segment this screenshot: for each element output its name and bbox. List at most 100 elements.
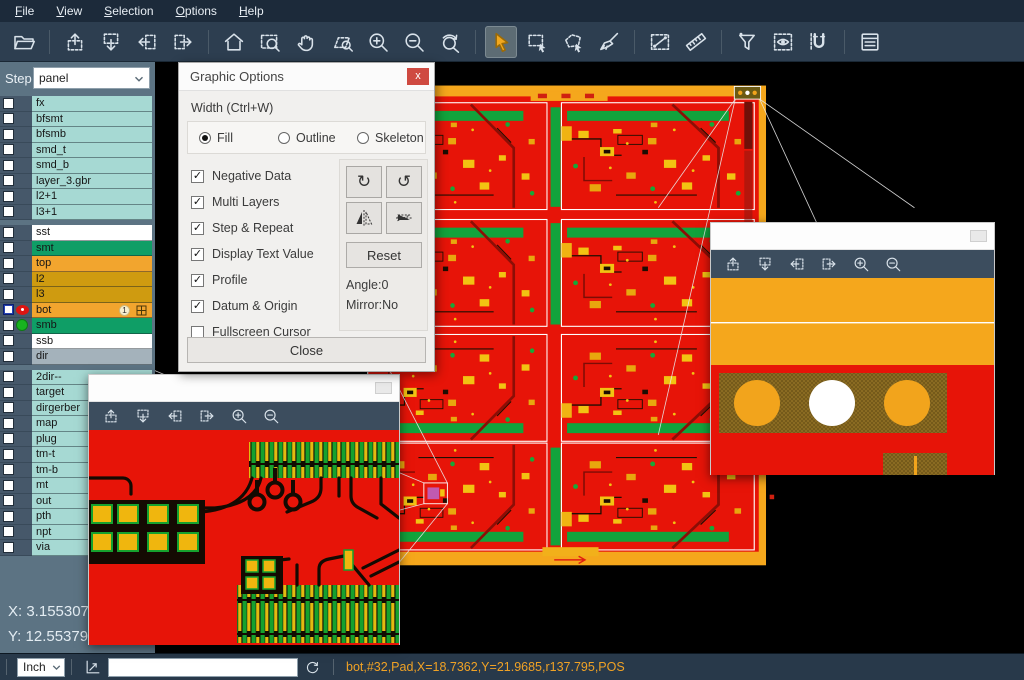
- layer-visibility-checkbox[interactable]: [3, 144, 14, 155]
- mirror-horizontal-button[interactable]: [386, 202, 422, 234]
- reset-button[interactable]: Reset: [346, 242, 422, 268]
- checkbox-multi-layers[interactable]: ✓Multi Layers: [191, 189, 314, 215]
- popup-tool-pan-view-right[interactable]: [816, 252, 842, 276]
- mirror-vertical-button[interactable]: [346, 202, 382, 234]
- layer-row-smd_b[interactable]: smd_b: [0, 158, 152, 174]
- layer-row-l3+1[interactable]: l3+1: [0, 205, 152, 221]
- rotate-cw-button[interactable]: ↻: [346, 166, 382, 198]
- checkbox-display-text-value[interactable]: ✓Display Text Value: [191, 241, 314, 267]
- radio-dot[interactable]: [199, 132, 211, 144]
- layer-visibility-checkbox[interactable]: [3, 449, 14, 460]
- tool-pan-hand[interactable]: [290, 26, 322, 58]
- checkbox-box[interactable]: ✓: [191, 196, 204, 209]
- layer-name[interactable]: smb: [32, 318, 152, 334]
- layer-visibility-checkbox[interactable]: [3, 129, 14, 140]
- layer-visibility-checkbox[interactable]: [3, 464, 14, 475]
- layer-visibility-checkbox[interactable]: [3, 480, 14, 491]
- layer-visibility-checkbox[interactable]: [3, 351, 14, 362]
- layer-row-dir[interactable]: dir: [0, 349, 152, 365]
- layer-visibility-checkbox[interactable]: [3, 387, 14, 398]
- layer-row-bfsmt[interactable]: bfsmt: [0, 112, 152, 128]
- checkbox-step-repeat[interactable]: ✓Step & Repeat: [191, 215, 314, 241]
- layer-visibility-checkbox[interactable]: [3, 191, 14, 202]
- checkbox-box[interactable]: ✓: [191, 274, 204, 287]
- tool-open-folder[interactable]: [8, 26, 40, 58]
- layer-name[interactable]: dir: [32, 349, 152, 365]
- layer-name[interactable]: fx: [32, 96, 152, 112]
- popup-title-bar[interactable]: [711, 223, 994, 250]
- layer-visibility-checkbox[interactable]: [3, 227, 14, 238]
- layer-visibility-checkbox[interactable]: [3, 113, 14, 124]
- layer-row-top[interactable]: top: [0, 256, 152, 272]
- layer-name[interactable]: bfsmb: [32, 127, 152, 143]
- layer-visibility-checkbox[interactable]: [3, 273, 14, 284]
- popup-minimize-button[interactable]: [970, 230, 987, 242]
- tool-measure-ruler[interactable]: [680, 26, 712, 58]
- popup-tool-pan-view-left[interactable]: [784, 252, 810, 276]
- layer-row-smd_t[interactable]: smd_t: [0, 143, 152, 159]
- layer-name[interactable]: top: [32, 256, 152, 272]
- tool-pan-view-left[interactable]: [131, 26, 163, 58]
- layer-row-bot[interactable]: bot1: [0, 303, 152, 319]
- layer-row-smb[interactable]: smb: [0, 318, 152, 334]
- radio-skeleton[interactable]: Skeleton: [357, 131, 425, 145]
- tool-select-cursor[interactable]: [485, 26, 517, 58]
- layer-name[interactable]: bfsmt: [32, 112, 152, 128]
- tool-filter[interactable]: [731, 26, 763, 58]
- layer-row-sst[interactable]: sst: [0, 225, 152, 241]
- dialog-title-bar[interactable]: Graphic Options x: [179, 63, 434, 91]
- tool-measure-distance[interactable]: [644, 26, 676, 58]
- tool-view-options[interactable]: [767, 26, 799, 58]
- tool-zoom-area[interactable]: [326, 26, 358, 58]
- tool-pan-view-up[interactable]: [59, 26, 91, 58]
- layer-name[interactable]: bot1: [32, 303, 152, 319]
- layer-visibility-checkbox[interactable]: [3, 242, 14, 253]
- radio-dot[interactable]: [357, 132, 369, 144]
- tool-pan-view-down[interactable]: [95, 26, 127, 58]
- layer-visibility-checkbox[interactable]: [3, 371, 14, 382]
- zoom-window-bottom-left[interactable]: [88, 374, 400, 645]
- step-select[interactable]: panel: [33, 67, 150, 89]
- popup-tool-zoom-in[interactable]: [226, 404, 252, 428]
- popup-title-bar[interactable]: [89, 375, 399, 402]
- popup-tool-pan-view-up[interactable]: [720, 252, 746, 276]
- close-icon[interactable]: x: [407, 68, 429, 85]
- layer-visibility-checkbox[interactable]: [3, 289, 14, 300]
- layer-row-bfsmb[interactable]: bfsmb: [0, 127, 152, 143]
- layer-visibility-checkbox[interactable]: [3, 175, 14, 186]
- tool-clean-brush[interactable]: [593, 26, 625, 58]
- tool-zoom-window[interactable]: [254, 26, 286, 58]
- command-input[interactable]: [108, 658, 298, 677]
- tool-zoom-out[interactable]: [398, 26, 430, 58]
- layer-row-l3[interactable]: l3: [0, 287, 152, 303]
- layer-visibility-checkbox[interactable]: [3, 433, 14, 444]
- popup-tool-zoom-out[interactable]: [880, 252, 906, 276]
- popup-tool-pan-view-down[interactable]: [130, 404, 156, 428]
- layer-name[interactable]: l3+1: [32, 205, 152, 221]
- layer-row-l2[interactable]: l2: [0, 272, 152, 288]
- tool-zoom-previous[interactable]: [434, 26, 466, 58]
- popup-tool-pan-view-left[interactable]: [162, 404, 188, 428]
- grid-icon[interactable]: [136, 305, 147, 319]
- menu-item-help[interactable]: Help: [228, 0, 275, 22]
- set-origin-icon[interactable]: [84, 658, 102, 676]
- layer-row-l2+1[interactable]: l2+1: [0, 189, 152, 205]
- checkbox-box[interactable]: ✓: [191, 248, 204, 261]
- menu-item-selection[interactable]: Selection: [93, 0, 164, 22]
- layer-row-fx[interactable]: fx: [0, 96, 152, 112]
- popup-tool-pan-view-up[interactable]: [98, 404, 124, 428]
- layer-name[interactable]: sst: [32, 225, 152, 241]
- layer-visibility-checkbox[interactable]: [3, 526, 14, 537]
- layer-row-smt[interactable]: smt: [0, 241, 152, 257]
- menu-item-options[interactable]: Options: [165, 0, 228, 22]
- tool-layers-panel[interactable]: [854, 26, 886, 58]
- tool-select-rect[interactable]: [521, 26, 553, 58]
- layer-visibility-checkbox[interactable]: [3, 495, 14, 506]
- menu-item-file[interactable]: File: [4, 0, 45, 22]
- layer-visibility-checkbox[interactable]: [3, 258, 14, 269]
- popup-tool-zoom-in[interactable]: [848, 252, 874, 276]
- layer-name[interactable]: layer_3.gbr: [32, 174, 152, 190]
- refresh-icon[interactable]: [304, 659, 321, 676]
- unit-select[interactable]: Inch: [17, 658, 65, 677]
- rotate-ccw-button[interactable]: ↺: [386, 166, 422, 198]
